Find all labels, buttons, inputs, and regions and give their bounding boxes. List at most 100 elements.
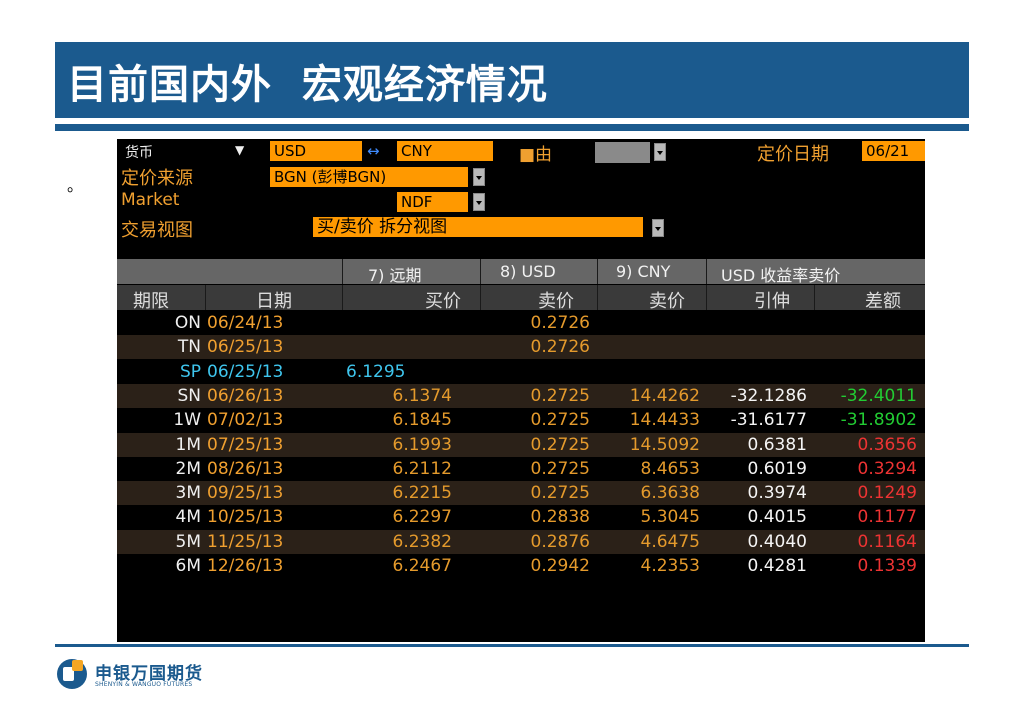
settle-date-cell: 08/26/13 (207, 458, 284, 479)
implied-column-header[interactable]: 引伸 (754, 287, 790, 313)
spread-column-header[interactable]: 差额 (865, 287, 901, 313)
implied-yield-cell: 0.4281 (747, 556, 807, 576)
cny-ask-cell: 14.5092 (629, 434, 700, 455)
settle-date-cell: 09/25/13 (207, 483, 284, 504)
forward-bid-cell: 6.2467 (392, 556, 452, 576)
usd-ask-cell: 0.2725 (530, 458, 590, 479)
pricing-source-dropdown-icon[interactable] (473, 168, 485, 186)
settle-date-cell: 12/26/13 (207, 556, 284, 576)
tenor-cell: SP (179, 361, 201, 382)
usd-ask-cell: 0.2726 (530, 313, 590, 333)
market-field[interactable]: NDF (397, 192, 468, 212)
cny-ask-column-header[interactable]: 卖价 (649, 287, 685, 313)
usd-ask-column-header[interactable]: 卖价 (538, 287, 574, 313)
title-divider (55, 124, 969, 131)
trade-view-label: 交易视图 (121, 220, 193, 241)
usd-ask-cell: 0.2726 (530, 337, 590, 358)
from-date-dropdown-icon[interactable] (654, 143, 666, 161)
from-checkbox-label[interactable]: ■由 (519, 140, 552, 165)
forward-bid-cell: 6.1845 (392, 410, 452, 431)
forward-bid-cell: 6.1993 (392, 434, 452, 455)
usd-ask-cell: 0.2942 (530, 556, 590, 576)
usd-ask-cell: 0.2838 (530, 507, 590, 528)
tenor-cell: 3M (175, 483, 201, 504)
usd-ask-cell: 0.2725 (530, 483, 590, 504)
implied-yield-cell: -32.1286 (730, 385, 807, 406)
implied-yield-cell: 0.4015 (747, 507, 807, 528)
logo-english-name: SHENYIN & WANGUO FUTURES (95, 681, 193, 688)
group-header-row: 7) 远期 8) USD 9) CNY USD 收益率卖价 (117, 259, 925, 286)
implied-yield-cell: 0.3974 (747, 483, 807, 504)
forward-bid-column-header[interactable]: 买价 (425, 287, 461, 313)
spread-cell: 0.1339 (857, 556, 917, 576)
trade-view-dropdown-icon[interactable] (652, 219, 664, 237)
pricing-source-label: 定价来源 (121, 168, 193, 189)
bloomberg-fx-forward-screen: 货币 ▼ USD ↔ CNY ■由 定价日期 06/21 定价来源 BGN (彭… (117, 139, 925, 642)
currency-dropdown-arrow-icon[interactable]: ▼ (235, 143, 244, 157)
table-row[interactable]: TN 06/25/13 0.2726 (117, 335, 925, 360)
forward-bid-cell: 6.2382 (392, 531, 452, 552)
cny-group-header[interactable]: 9) CNY (616, 262, 670, 281)
table-row[interactable]: 3M 09/25/13 6.2215 0.2725 6.3638 0.3974 0.1249 (117, 481, 925, 506)
settle-date-cell: 06/25/13 (207, 361, 284, 382)
tenor-cell: 1W (173, 410, 201, 431)
settle-date-cell: 07/25/13 (207, 434, 284, 455)
tenor-cell: 6M (175, 556, 201, 576)
table-row[interactable]: SP 06/25/13 6.1295 (117, 359, 925, 384)
forward-bid-cell: 6.1295 (346, 361, 406, 382)
implied-yield-cell: -31.6177 (730, 410, 807, 431)
settle-date-cell: 06/24/13 (207, 313, 284, 333)
spread-cell: 0.3656 (857, 434, 917, 455)
settle-date-cell: 11/25/13 (207, 531, 284, 552)
spread-cell: 0.1164 (857, 531, 917, 552)
forward-group-header[interactable]: 7) 远期 (368, 262, 422, 286)
spread-cell: 0.3294 (857, 458, 917, 479)
shenyin-wanguo-logo-icon (57, 659, 87, 689)
tenor-cell: 2M (175, 458, 201, 479)
cny-ask-cell: 5.3045 (640, 507, 700, 528)
usd-ask-cell: 0.2725 (530, 410, 590, 431)
market-dropdown-icon[interactable] (473, 193, 485, 211)
cny-ask-cell: 14.4262 (629, 385, 700, 406)
usd-ask-cell: 0.2725 (530, 385, 590, 406)
column-header-row: 期限 日期 买价 卖价 卖价 引伸 差额 (117, 285, 925, 313)
tenor-cell: TN (177, 337, 201, 358)
usd-ask-cell: 0.2876 (530, 531, 590, 552)
table-row[interactable]: 5M 11/25/13 6.2382 0.2876 4.6475 0.4040 0.1164 (117, 529, 925, 554)
base-currency-field[interactable]: USD (270, 141, 362, 161)
table-row[interactable]: SN 06/26/13 6.1374 0.2725 14.4262 -32.1286 -32… (117, 383, 925, 408)
date-column-header[interactable]: 日期 (256, 287, 292, 313)
quote-currency-field[interactable]: CNY (397, 141, 493, 161)
settle-date-cell: 06/26/13 (207, 385, 284, 406)
usd-yield-ask-header[interactable]: USD 收益率卖价 (721, 262, 840, 286)
implied-yield-cell: 0.6381 (747, 434, 807, 455)
slide-title-bar: 目前国内外 宏观经济情况 (55, 42, 969, 118)
cny-ask-cell: 4.2353 (640, 556, 700, 576)
slide-title: 目前国内外 宏观经济情况 (67, 62, 548, 108)
table-row[interactable]: 1M 07/25/13 6.1993 0.2725 14.5092 0.6381 0.365… (117, 432, 925, 457)
market-label: Market (121, 190, 180, 210)
tenor-cell: SN (177, 385, 201, 406)
implied-yield-cell: 0.4040 (747, 531, 807, 552)
table-row[interactable]: ON 06/24/13 0.2726 (117, 311, 925, 335)
usd-ask-cell: 0.2725 (530, 434, 590, 455)
usd-group-header[interactable]: 8) USD (500, 262, 556, 281)
pricing-source-field[interactable]: BGN (彭博BGN) (270, 167, 468, 187)
table-row[interactable]: 6M 12/26/13 6.2467 0.2942 4.2353 0.4281 0.1339 (117, 554, 925, 578)
bullet-mark: 。 (67, 176, 84, 195)
tenor-column-header[interactable]: 期限 (133, 287, 169, 313)
spread-cell: -32.4011 (840, 385, 917, 406)
price-date-field[interactable]: 06/21 (862, 141, 925, 161)
tenor-cell: 4M (175, 507, 201, 528)
cny-ask-cell: 4.6475 (640, 531, 700, 552)
spread-cell: -31.8902 (840, 410, 917, 431)
forward-bid-cell: 6.1374 (392, 385, 452, 406)
from-date-field[interactable] (595, 142, 650, 163)
trade-view-field[interactable]: 买/卖价 拆分视图 (313, 217, 643, 237)
footer-divider (55, 644, 969, 647)
currency-swap-icon[interactable]: ↔ (367, 142, 380, 160)
table-row[interactable]: 2M 08/26/13 6.2112 0.2725 8.4653 0.6019 0.3294 (117, 456, 925, 481)
table-row[interactable]: 1W 07/02/13 6.1845 0.2725 14.4433 -31.6177 -31… (117, 408, 925, 433)
table-row[interactable]: 4M 10/25/13 6.2297 0.2838 5.3045 0.4015 0.1177 (117, 505, 925, 530)
spread-cell: 0.1249 (857, 483, 917, 504)
